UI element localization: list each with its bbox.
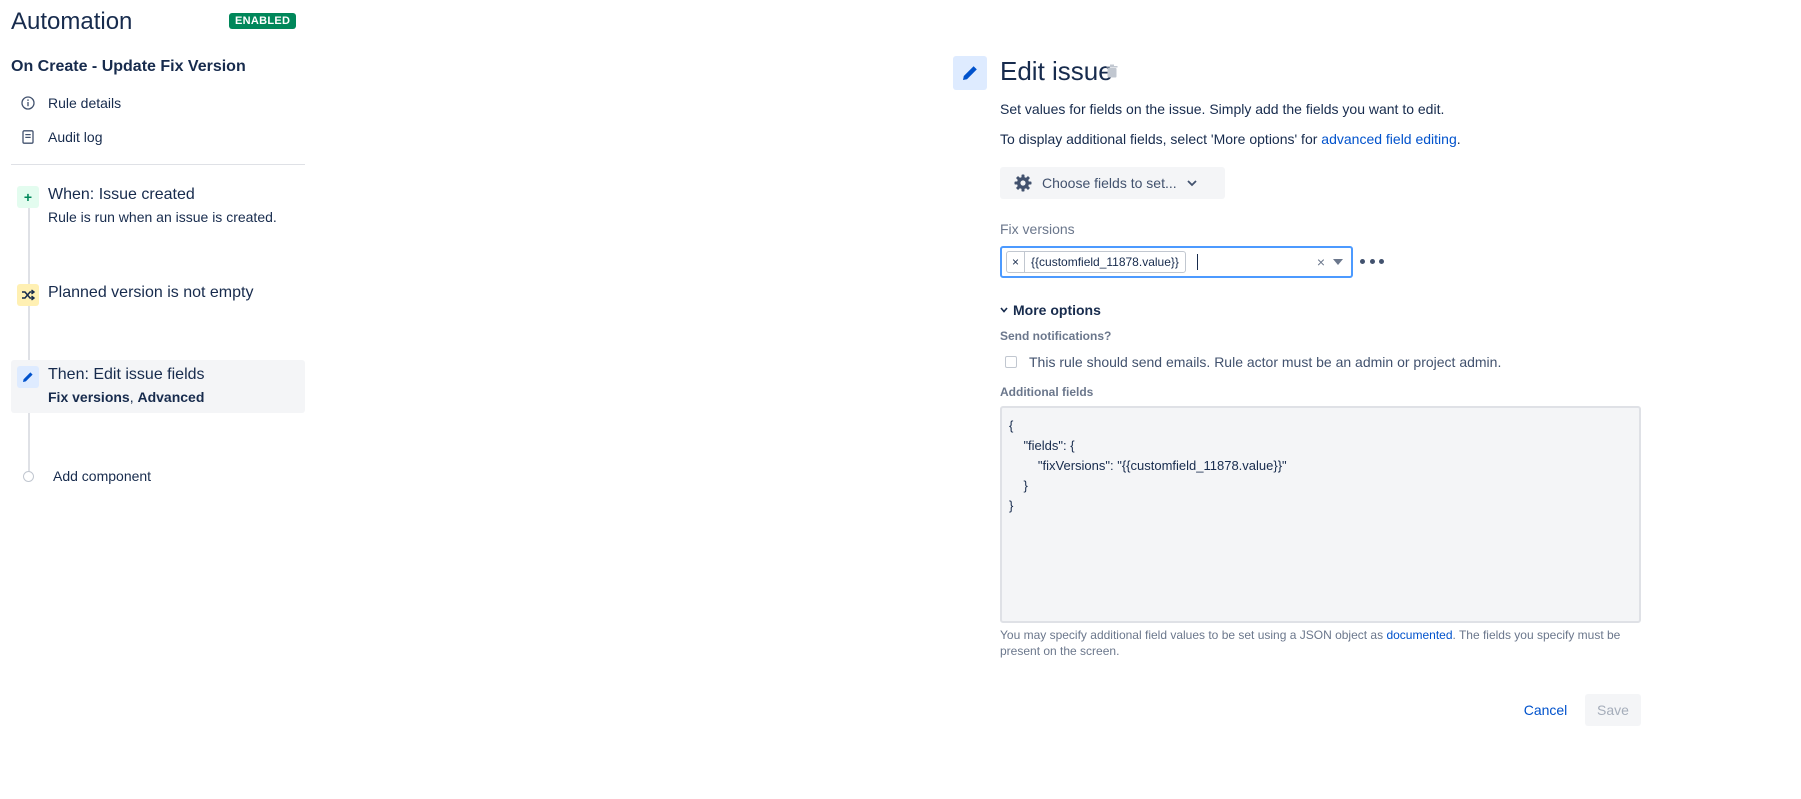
sidebar: Automation ENABLED On Create - Update Fi… xyxy=(0,0,305,799)
send-notifications-text: This rule should send emails. Rule actor… xyxy=(1029,354,1502,370)
send-notifications-checkbox[interactable] xyxy=(1005,356,1017,368)
sidebar-item-rule-details[interactable]: Rule details xyxy=(20,91,121,115)
additional-fields-help: You may specify additional field values … xyxy=(1000,627,1640,659)
add-component-label: Add component xyxy=(53,468,152,484)
sidebar-item-label: Audit log xyxy=(48,129,103,145)
document-icon xyxy=(20,129,36,145)
save-button[interactable]: Save xyxy=(1585,694,1641,726)
panel-title: Edit issue xyxy=(1000,56,1113,86)
divider xyxy=(11,164,305,165)
cancel-button[interactable]: Cancel xyxy=(1513,694,1578,726)
step-title: Planned version is not empty xyxy=(48,284,254,301)
step-title: Then: Edit issue fields xyxy=(48,366,205,383)
additional-fields-label: Additional fields xyxy=(1000,385,1094,399)
advanced-field-editing-link[interactable]: advanced field editing xyxy=(1321,131,1456,147)
pencil-icon xyxy=(17,366,39,388)
add-component-button[interactable]: Add component xyxy=(11,464,151,488)
step-title: When: Issue created xyxy=(48,186,195,203)
documented-link[interactable]: documented xyxy=(1386,628,1452,642)
chevron-down-icon xyxy=(1187,179,1197,187)
clear-icon[interactable]: × xyxy=(1317,254,1325,270)
step-subtitle: Rule is run when an issue is created. xyxy=(48,209,277,225)
chevron-down-icon xyxy=(1000,307,1008,313)
advanced-editing-hint: To display additional fields, select 'Mo… xyxy=(1000,131,1461,147)
step-subtitle-part: Advanced xyxy=(137,389,205,405)
rule-step-trigger[interactable]: + When: Issue created Rule is run when a… xyxy=(11,182,305,232)
plus-icon: + xyxy=(17,186,39,208)
sidebar-item-label: Rule details xyxy=(48,95,122,111)
send-notifications-label: Send notifications? xyxy=(1000,329,1112,343)
more-options-label: More options xyxy=(1013,302,1101,318)
status-badge: ENABLED xyxy=(229,13,297,29)
advanced-hint-suffix: . xyxy=(1456,131,1461,147)
choose-fields-button[interactable]: Choose fields to set... xyxy=(1000,167,1225,199)
app-title: Automation xyxy=(11,8,133,35)
fix-versions-label: Fix versions xyxy=(1000,221,1075,237)
tag-remove-icon[interactable]: × xyxy=(1007,252,1025,272)
step-subtitle: Fix versions, Advanced xyxy=(48,389,204,405)
fix-version-tag: × {{customfield_11878.value}} xyxy=(1006,251,1186,273)
text-cursor xyxy=(1196,254,1198,270)
advanced-hint-prefix: To display additional fields, select 'Mo… xyxy=(1000,131,1322,147)
shuffle-icon xyxy=(17,284,39,306)
additional-fields-editor[interactable] xyxy=(1000,406,1641,623)
timeline-line xyxy=(28,205,30,475)
rule-name: On Create - Update Fix Version xyxy=(11,58,246,75)
panel-description: Set values for fields on the issue. Simp… xyxy=(1000,101,1445,117)
choose-fields-label: Choose fields to set... xyxy=(1042,175,1177,191)
sidebar-item-audit-log[interactable]: Audit log xyxy=(20,125,102,149)
help-prefix: You may specify additional field values … xyxy=(1000,628,1387,642)
add-component-circle-icon xyxy=(23,470,34,482)
tag-label: {{customfield_11878.value}} xyxy=(1031,255,1179,269)
dropdown-arrow-icon[interactable] xyxy=(1333,259,1343,265)
trash-icon[interactable] xyxy=(1106,64,1120,80)
rule-step-action[interactable]: Then: Edit issue fields Fix versions, Ad… xyxy=(11,360,305,413)
gear-icon xyxy=(1013,173,1033,193)
info-icon xyxy=(20,95,36,111)
send-notifications-row: This rule should send emails. Rule actor… xyxy=(1005,354,1501,370)
edit-issue-icon xyxy=(953,56,987,90)
rule-step-condition[interactable]: Planned version is not empty xyxy=(11,280,305,310)
step-subtitle-part: Fix versions xyxy=(48,389,130,405)
fix-versions-select[interactable]: × {{customfield_11878.value}} × xyxy=(1000,246,1353,278)
more-options-toggle[interactable]: More options xyxy=(1000,302,1101,318)
more-actions-icon[interactable] xyxy=(1360,252,1384,270)
